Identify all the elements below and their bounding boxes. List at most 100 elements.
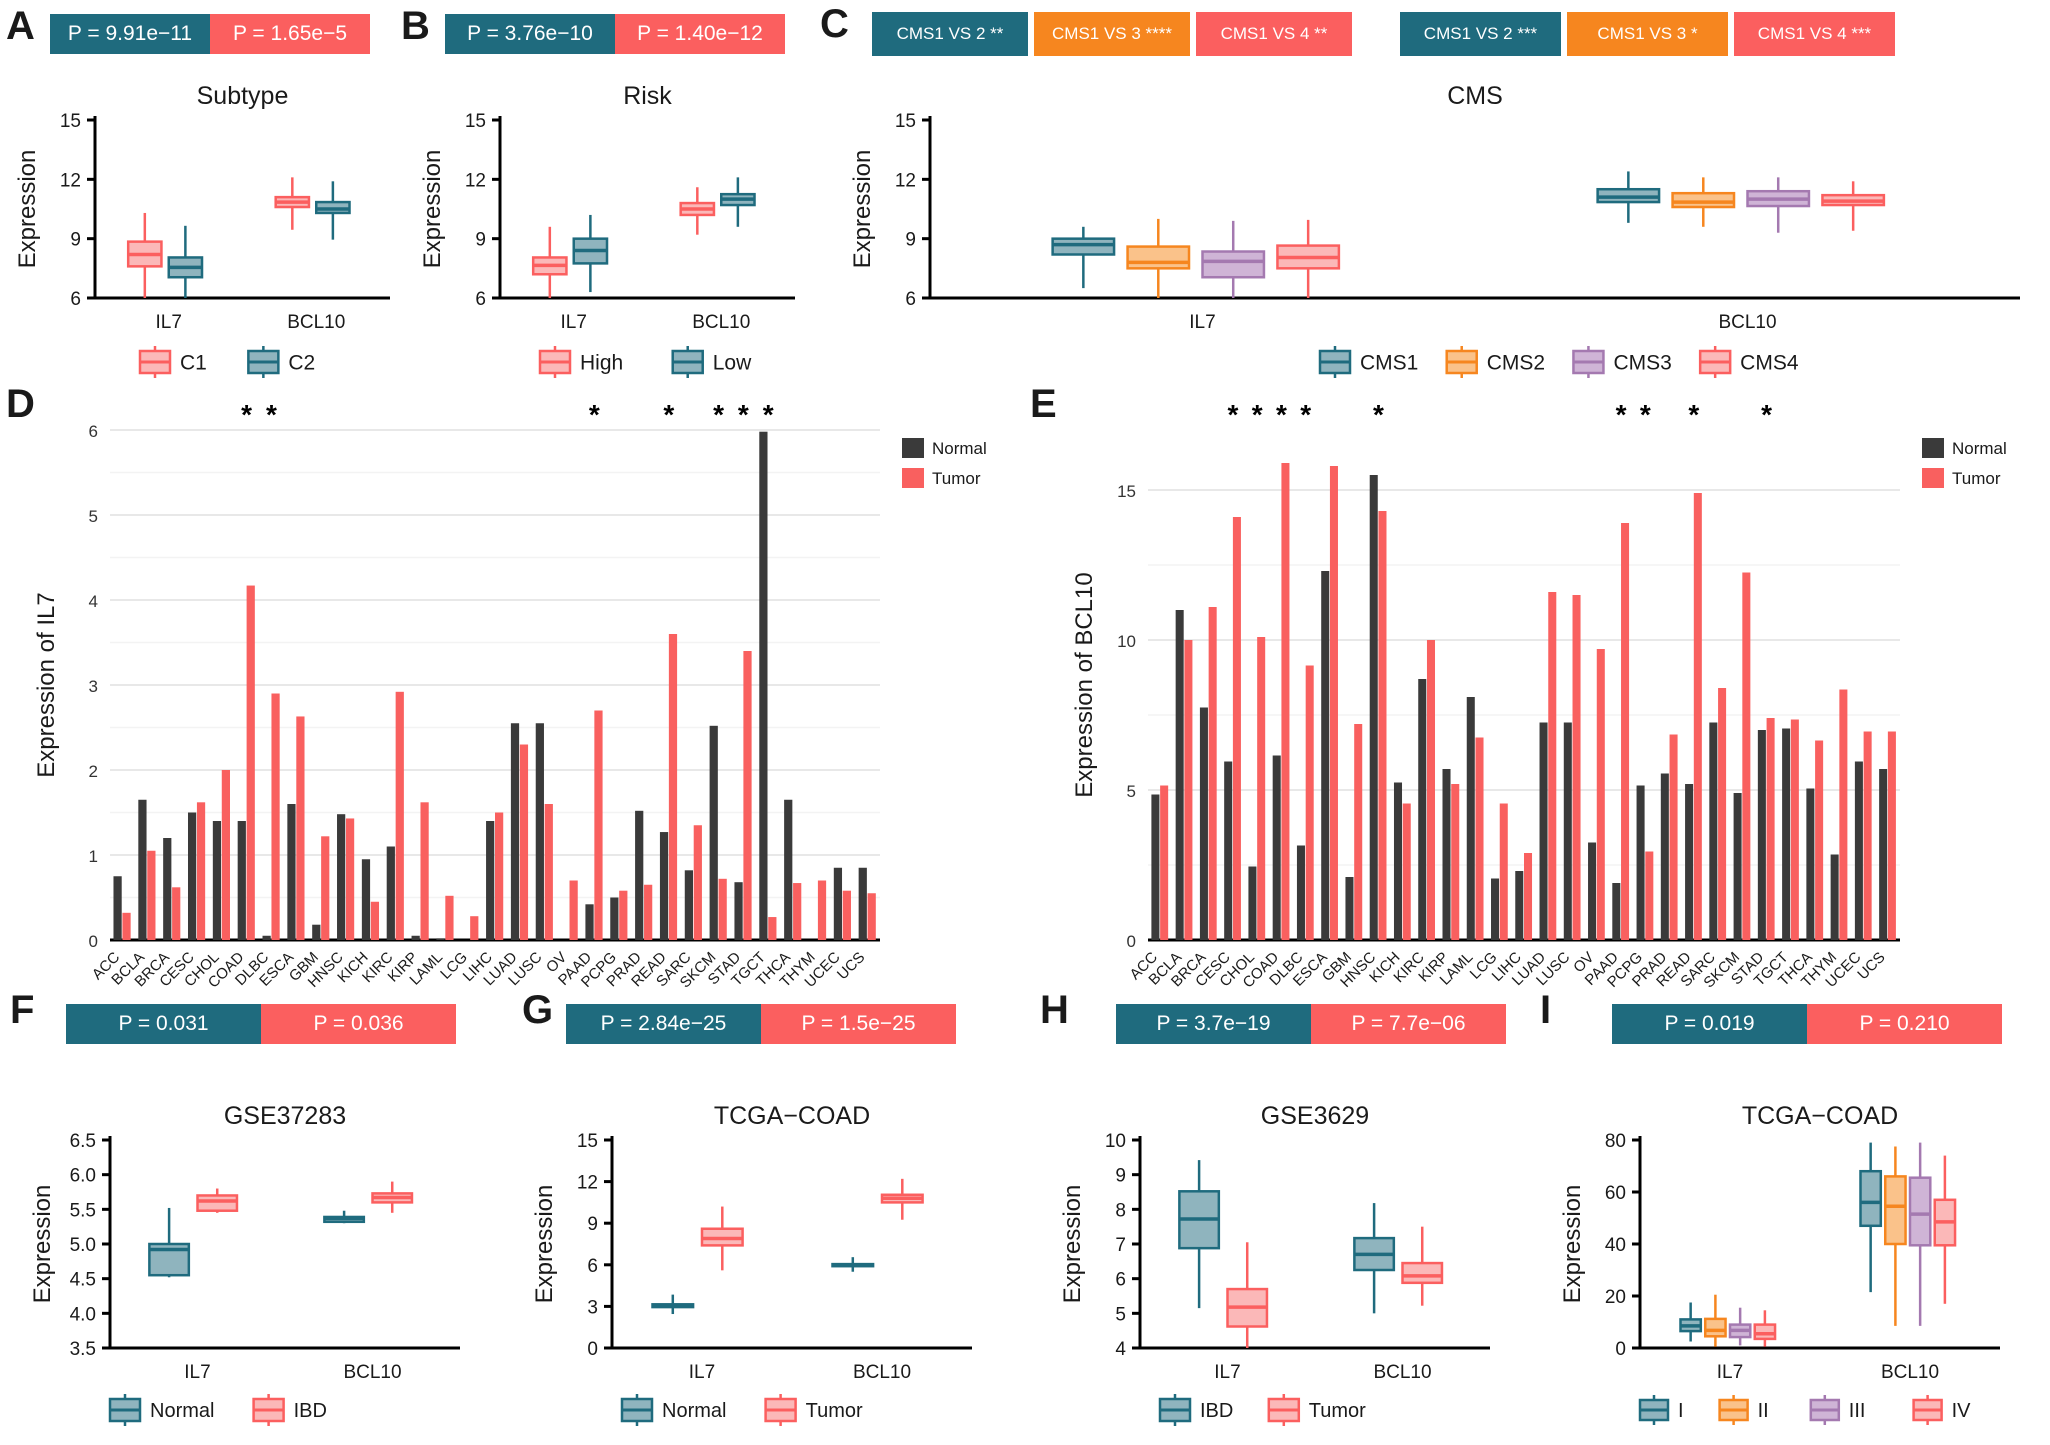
svg-text:IL7: IL7 (561, 312, 587, 333)
svg-text:*: * (738, 399, 749, 430)
svg-text:*: * (1616, 399, 1627, 430)
panel-g-legend: Normal Tumor (620, 1394, 863, 1426)
svg-text:7: 7 (1115, 1235, 1126, 1256)
svg-text:TCGA−COAD: TCGA−COAD (1742, 1102, 1898, 1130)
svg-text:IL7: IL7 (1717, 1362, 1743, 1383)
svg-text:40: 40 (1605, 1235, 1626, 1256)
svg-text:Tumor: Tumor (1952, 469, 2001, 488)
svg-text:15: 15 (465, 111, 486, 132)
svg-text:*: * (1373, 399, 1384, 430)
panel-f-pvalue-2: P = 0.036 (261, 1004, 456, 1044)
panel-i-pvalue-1: P = 0.019 (1612, 1004, 1807, 1044)
svg-text:*: * (1227, 399, 1238, 430)
panel-h: H P = 3.7e−19 P = 7.7e−06 GSE3629 4 5 6 7 8 9 1… (1030, 990, 1530, 1445)
svg-text:*: * (1300, 399, 1311, 430)
svg-text:Expression: Expression (29, 1185, 56, 1304)
svg-text:Low: Low (713, 351, 752, 374)
svg-text:*: * (663, 399, 674, 430)
panel-c-sig-2-1: CMS1 VS 2 *** (1400, 12, 1561, 56)
svg-text:12: 12 (60, 170, 81, 191)
svg-text:6.0: 6.0 (70, 1166, 96, 1187)
panel-e-chart: 051015Expression of BCL10ACCBCLABRCACESC… (1071, 399, 2007, 991)
svg-text:0: 0 (1127, 932, 1136, 951)
svg-text:6: 6 (89, 422, 98, 441)
panel-b-legend: High Low (538, 342, 790, 382)
panel-c-significance-bar-2: CMS1 VS 2 *** CMS1 VS 3 * CMS1 VS 4 *** (1400, 12, 1895, 56)
panel-b-pvalue-2: P = 1.40e−12 (615, 14, 785, 54)
svg-text:3: 3 (587, 1297, 598, 1318)
svg-text:*: * (1276, 399, 1287, 430)
panel-a-chart: Subtype 6 9 12 15 Expression IL7 BCL10 (14, 82, 390, 333)
panel-i-chart: TCGA−COAD 0 20 40 60 80 Expression IL7 BCL10 (1559, 1102, 2000, 1383)
svg-text:20: 20 (1605, 1287, 1626, 1308)
svg-text:II: II (1758, 1400, 1769, 1422)
panel-c-sig-2-3: CMS1 VS 4 *** (1734, 12, 1895, 56)
panel-d: D 0 1 2 3 4 5 6 Expression of IL7 ACC BCLA BRCA CES… (0, 380, 1030, 991)
svg-text:Tumor: Tumor (806, 1400, 863, 1422)
panel-h-legend: IBD Tumor (1158, 1394, 1366, 1426)
svg-text:IBD: IBD (1200, 1400, 1233, 1422)
panel-f-legend: Normal IBD (108, 1394, 327, 1426)
panel-f-pvalue-bar: P = 0.031 P = 0.036 (66, 1004, 456, 1044)
svg-text:10: 10 (1105, 1131, 1126, 1152)
svg-text:0: 0 (89, 932, 98, 951)
panel-c-sig-1-1: CMS1 VS 2 ** (872, 12, 1028, 56)
panel-b-letter: B (401, 4, 430, 48)
panel-c-legend: CMS1 CMS2 CMS3 CMS4 (1318, 342, 1840, 382)
panel-a-letter: A (6, 4, 35, 48)
panel-g-pvalue-bar: P = 2.84e−25 P = 1.5e−25 (566, 1004, 956, 1044)
svg-text:I: I (1678, 1400, 1684, 1422)
svg-text:IL7: IL7 (1189, 312, 1215, 333)
panel-c: C CMS1 VS 2 ** CMS1 VS 3 **** CMS1 VS 4 … (820, 0, 2050, 380)
svg-text:CMS3: CMS3 (1613, 351, 1671, 374)
svg-text:5: 5 (89, 507, 98, 526)
svg-text:8: 8 (1115, 1200, 1126, 1221)
svg-text:BCL10: BCL10 (343, 1362, 401, 1383)
svg-text:Expression of BCL10: Expression of BCL10 (1071, 572, 1098, 797)
svg-text:IBD: IBD (294, 1400, 327, 1422)
svg-text:CMS2: CMS2 (1487, 351, 1545, 374)
svg-text:*: * (241, 399, 252, 430)
panel-c-significance-bar-1: CMS1 VS 2 ** CMS1 VS 3 **** CMS1 VS 4 ** (872, 12, 1352, 56)
svg-text:0: 0 (587, 1339, 598, 1360)
svg-text:Subtype: Subtype (197, 82, 289, 110)
svg-text:IL7: IL7 (1214, 1362, 1240, 1383)
svg-text:*: * (763, 399, 774, 430)
svg-text:Expression: Expression (419, 150, 446, 269)
panel-c-letter: C (820, 2, 849, 46)
panel-f: F P = 0.031 P = 0.036 GSE37283 3.5 4.0 4.5 5… (0, 990, 512, 1445)
svg-text:Normal: Normal (150, 1400, 214, 1422)
svg-text:6: 6 (1115, 1270, 1126, 1291)
panel-e: E 0 5 10 15 Expression of BCL10 ACC BCLA BRCA CE… (1030, 380, 2050, 991)
panel-b-chart: Risk 6 9 12 15 Expression IL7 BCL10 (419, 82, 795, 333)
svg-text:BCL10: BCL10 (853, 1362, 911, 1383)
svg-text:80: 80 (1605, 1131, 1626, 1152)
svg-text:Normal: Normal (1952, 439, 2007, 458)
svg-text:CMS4: CMS4 (1740, 351, 1799, 374)
panel-g: G P = 2.84e−25 P = 1.5e−25 TCGA−COAD 0 3 6 9… (512, 990, 1030, 1445)
panel-c-sig-1-3: CMS1 VS 4 ** (1196, 12, 1352, 56)
svg-text:GSE3629: GSE3629 (1261, 1102, 1369, 1130)
svg-text:15: 15 (577, 1131, 598, 1152)
svg-text:9: 9 (587, 1214, 598, 1235)
svg-text:C2: C2 (288, 351, 315, 374)
svg-text:Risk: Risk (623, 82, 672, 110)
svg-text:15: 15 (895, 111, 916, 132)
svg-text:*: * (589, 399, 600, 430)
svg-text:1: 1 (89, 847, 98, 866)
panel-i-pvalue-bar: P = 0.019 P = 0.210 (1612, 1004, 2002, 1044)
svg-text:4.0: 4.0 (70, 1304, 96, 1325)
panel-d-chart: 0123456Expression of IL7ACCBCLABRCACESCC… (33, 399, 987, 991)
svg-text:*: * (713, 399, 724, 430)
svg-text:Expression: Expression (14, 150, 41, 269)
svg-text:15: 15 (60, 111, 81, 132)
svg-text:BCL10: BCL10 (1881, 1362, 1939, 1383)
svg-text:5: 5 (1115, 1304, 1126, 1325)
svg-text:9: 9 (905, 230, 916, 251)
panel-h-pvalue-2: P = 7.7e−06 (1311, 1004, 1506, 1044)
svg-text:Expression: Expression (849, 150, 876, 269)
svg-text:C1: C1 (180, 351, 207, 374)
svg-text:Expression: Expression (531, 1185, 558, 1304)
svg-text:9: 9 (1115, 1166, 1126, 1187)
panel-a-pvalue-2: P = 1.65e−5 (210, 14, 370, 54)
